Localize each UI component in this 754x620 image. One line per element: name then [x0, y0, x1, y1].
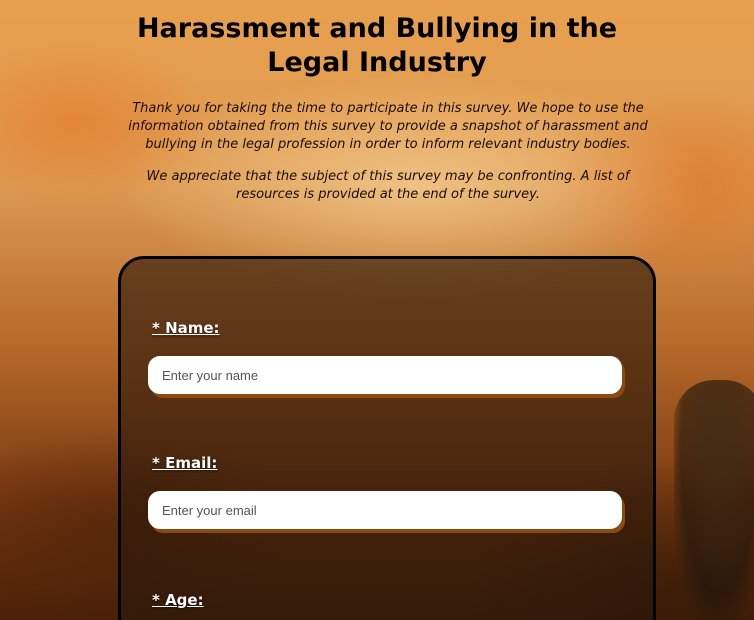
- page-title-line-2: Legal Industry: [267, 47, 487, 78]
- name-input[interactable]: [148, 356, 622, 394]
- survey-form-panel: * Name: * Email: * Age:: [118, 256, 656, 620]
- intro-text: Thank you for taking the time to partici…: [118, 100, 658, 218]
- background-scales-decoration: [674, 380, 754, 620]
- name-label: * Name:: [152, 319, 220, 337]
- email-label: * Email:: [152, 454, 218, 472]
- page-title-line-1: Harassment and Bullying in the: [136, 13, 618, 44]
- intro-paragraph-2: We appreciate that the subject of this s…: [146, 169, 630, 202]
- intro-paragraph-1: Thank you for taking the time to partici…: [128, 101, 648, 152]
- age-label: * Age:: [152, 591, 204, 609]
- page-title: Harassment and Bullying in the Legal Ind…: [0, 12, 754, 80]
- email-input[interactable]: [148, 491, 622, 529]
